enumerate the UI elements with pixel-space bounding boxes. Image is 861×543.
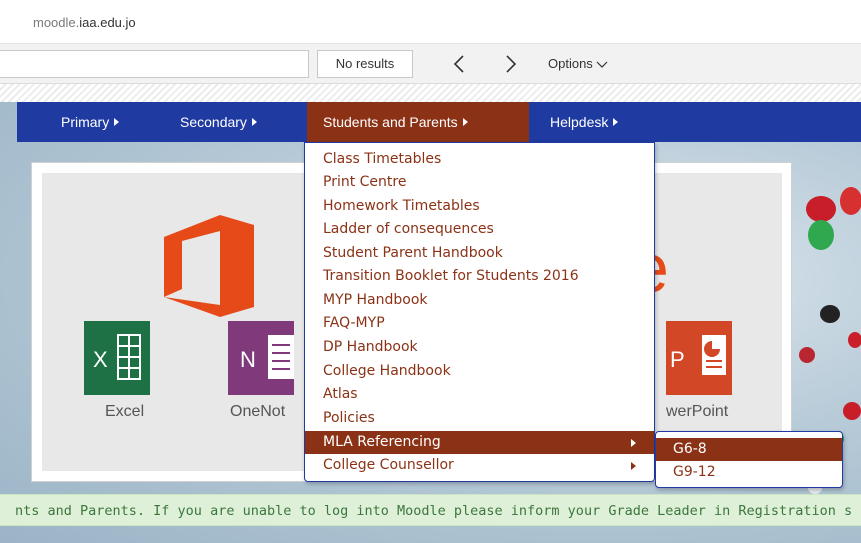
menu-item-atlas[interactable]: Atlas [305, 383, 654, 406]
caret-right-icon [251, 118, 257, 126]
powerpoint-app-tile[interactable]: P [666, 321, 732, 395]
menu-item-mla-referencing[interactable]: MLA Referencing [305, 431, 654, 454]
find-results-count: No results [317, 50, 413, 78]
find-previous-button[interactable] [444, 50, 474, 78]
find-input[interactable] [0, 50, 309, 78]
menu-item-homework-timetables[interactable]: Homework Timetables [305, 195, 654, 218]
excel-tile-letter: X [93, 347, 108, 372]
menu-item-transition-booklet[interactable]: Transition Booklet for Students 2016 [305, 265, 654, 288]
powerpoint-label: werPoint [666, 403, 729, 420]
nav-item-primary[interactable]: Primary [61, 102, 120, 142]
menu-item-student-parent-handbook[interactable]: Student Parent Handbook [305, 242, 654, 265]
nav-item-label: Secondary [180, 114, 247, 130]
excel-icon: X [84, 321, 150, 395]
menu-item-label: MLA Referencing [323, 434, 441, 450]
submenu-item-g9-12[interactable]: G9-12 [656, 461, 842, 484]
login-notice-text: nts and Parents. If you are unable to lo… [15, 503, 853, 519]
menu-item-label: College Counsellor [323, 457, 454, 473]
nav-item-students-and-parents[interactable]: Students and Parents [307, 102, 529, 142]
submenu-item-g6-8[interactable]: G6-8 [656, 438, 842, 461]
balloon-decoration [848, 332, 861, 348]
onenote-tile-letter: N [240, 347, 256, 372]
nav-item-label: Students and Parents [323, 114, 458, 130]
address-bar[interactable]: moodle.iaa.edu.jo [0, 0, 861, 44]
onenote-icon: N [228, 321, 294, 395]
nav-item-label: Helpdesk [550, 114, 609, 130]
menu-item-college-counsellor[interactable]: College Counsellor [305, 454, 654, 477]
menu-item-dp-handbook[interactable]: DP Handbook [305, 336, 654, 359]
students-parents-dropdown: Class Timetables Print Centre Homework T… [304, 142, 655, 482]
chevron-right-icon [506, 55, 517, 73]
balloon-decoration [843, 402, 861, 420]
nav-item-helpdesk[interactable]: Helpdesk [550, 102, 619, 142]
caret-right-icon [631, 439, 636, 447]
balloon-decoration [806, 196, 836, 222]
powerpoint-tile-letter: P [670, 347, 685, 372]
find-options-button[interactable]: Options [548, 50, 608, 78]
chevron-left-icon [453, 55, 464, 73]
mla-referencing-submenu: G6-8 G9-12 [655, 431, 843, 488]
onenote-label: OneNot [230, 403, 286, 420]
nav-item-label: Primary [61, 114, 110, 130]
menu-item-college-handbook[interactable]: College Handbook [305, 360, 654, 383]
menu-item-ladder-of-consequences[interactable]: Ladder of consequences [305, 218, 654, 241]
balloon-decoration [840, 187, 861, 215]
nav-item-secondary[interactable]: Secondary [180, 102, 257, 142]
find-options-label: Options [548, 56, 593, 71]
caret-right-icon [114, 118, 120, 126]
address-url[interactable]: moodle.iaa.edu.jo [33, 15, 136, 30]
balloon-decoration [799, 347, 815, 363]
office-logo-icon [164, 215, 254, 317]
excel-app-tile[interactable]: X [84, 321, 150, 395]
excel-label: Excel [105, 403, 145, 420]
find-next-button[interactable] [496, 50, 526, 78]
menu-item-print-centre[interactable]: Print Centre [305, 171, 654, 194]
caret-right-icon [462, 118, 468, 126]
login-notice-banner: nts and Parents. If you are unable to lo… [0, 494, 861, 526]
menu-item-myp-handbook[interactable]: MYP Handbook [305, 289, 654, 312]
powerpoint-icon: P [666, 321, 732, 395]
balloon-decoration [808, 220, 834, 250]
address-host-prefix: moodle. [33, 15, 80, 30]
caret-right-icon [613, 118, 619, 126]
balloon-decoration [820, 305, 840, 323]
menu-item-faq-myp[interactable]: FAQ-MYP [305, 312, 654, 335]
toolbar-divider [0, 84, 861, 102]
main-nav-bar: Primary Secondary Students and Parents H… [17, 102, 861, 142]
menu-item-policies[interactable]: Policies [305, 407, 654, 430]
address-host-domain: iaa.edu.jo [79, 15, 136, 30]
menu-item-class-timetables[interactable]: Class Timetables [305, 148, 654, 171]
find-bar: No results Options [0, 44, 861, 84]
chevron-down-icon [596, 61, 608, 68]
onenote-app-tile[interactable]: N [228, 321, 294, 395]
caret-right-icon [631, 462, 636, 470]
